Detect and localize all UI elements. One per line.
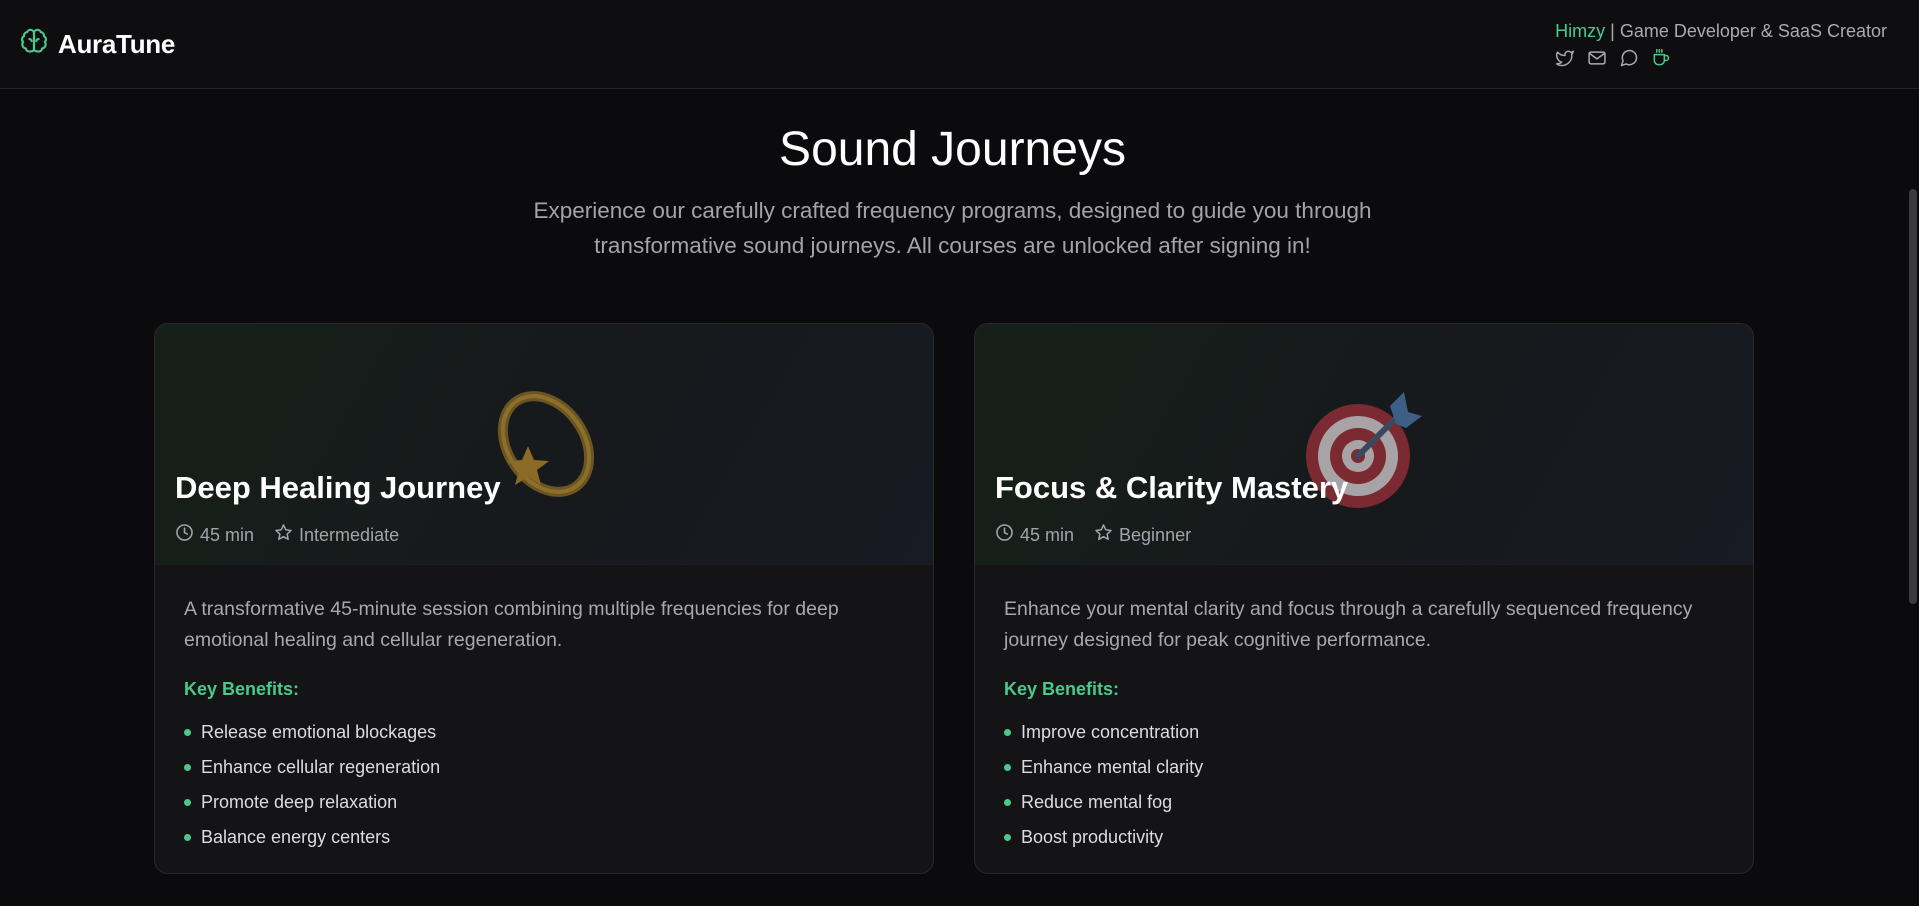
benefit-item: Boost productivity — [1004, 827, 1724, 862]
coffee-icon[interactable] — [1651, 48, 1671, 68]
duration-text: 45 min — [200, 524, 255, 545]
card-hero: Focus & Clarity Mastery 45 min Beginner — [975, 324, 1753, 565]
author-info: Himzy | Game Developer & SaaS Creator — [1555, 21, 1887, 68]
brain-icon — [20, 28, 48, 61]
card-body: A transformative 45-minute session combi… — [184, 594, 904, 862]
benefit-item: Enhance mental clarity — [1004, 757, 1724, 792]
benefit-item: Promote deep relaxation — [184, 792, 904, 827]
benefit-item: Release emotional blockages — [184, 722, 904, 757]
difficulty-level: Intermediate — [274, 523, 399, 547]
difficulty-level: Beginner — [1094, 523, 1191, 547]
chat-icon[interactable] — [1619, 48, 1639, 68]
course-description: A transformative 45-minute session combi… — [184, 598, 839, 651]
scrollbar[interactable] — [1906, 89, 1919, 906]
course-card-focus-clarity[interactable]: Focus & Clarity Mastery 45 min Beginner … — [974, 323, 1754, 874]
card-body: Enhance your mental clarity and focus th… — [1004, 594, 1724, 862]
author-name[interactable]: Himzy — [1555, 21, 1605, 41]
social-links — [1555, 48, 1887, 68]
benefit-item: Reduce mental fog — [1004, 792, 1724, 827]
course-meta: 45 min Intermediate — [175, 523, 419, 547]
brand-logo[interactable]: AuraTune — [20, 28, 175, 61]
card-hero: Deep Healing Journey 45 min Intermediate — [155, 324, 933, 565]
level-text: Beginner — [1119, 524, 1192, 545]
benefit-item: Enhance cellular regeneration — [184, 757, 904, 792]
course-title: Focus & Clarity Mastery — [995, 470, 1349, 505]
benefits-heading: Key Benefits: — [1004, 679, 1120, 699]
page-title: Sound Journeys — [779, 123, 1126, 176]
star-icon — [1094, 523, 1113, 547]
benefit-item: Balance energy centers — [184, 827, 904, 862]
level-text: Intermediate — [299, 524, 400, 545]
benefits-list: Improve concentration Enhance mental cla… — [1004, 722, 1724, 862]
course-card-deep-healing[interactable]: Deep Healing Journey 45 min Intermediate… — [154, 323, 934, 874]
course-description: Enhance your mental clarity and focus th… — [1004, 598, 1693, 651]
page-subtitle: Experience our carefully crafted frequen… — [533, 198, 1372, 258]
benefits-heading: Key Benefits: — [184, 679, 300, 699]
course-meta: 45 min Beginner — [995, 523, 1211, 547]
author-line: Himzy | Game Developer & SaaS Creator — [1555, 21, 1887, 42]
star-icon — [274, 523, 293, 547]
clock-icon — [175, 523, 194, 547]
duration-text: 45 min — [1020, 524, 1075, 545]
brand-name: AuraTune — [58, 29, 176, 59]
top-bar: AuraTune Himzy | Game Developer & SaaS C… — [0, 0, 1919, 89]
mail-icon[interactable] — [1587, 48, 1607, 68]
scrollbar-thumb[interactable] — [1909, 189, 1917, 604]
twitter-icon[interactable] — [1555, 48, 1575, 68]
duration: 45 min — [995, 523, 1074, 547]
author-separator: | — [1610, 21, 1615, 41]
benefits-list: Release emotional blockages Enhance cell… — [184, 722, 904, 862]
duration: 45 min — [175, 523, 254, 547]
clock-icon — [995, 523, 1014, 547]
course-title: Deep Healing Journey — [175, 470, 501, 505]
benefit-item: Improve concentration — [1004, 722, 1724, 757]
author-role: Game Developer & SaaS Creator — [1619, 21, 1887, 41]
